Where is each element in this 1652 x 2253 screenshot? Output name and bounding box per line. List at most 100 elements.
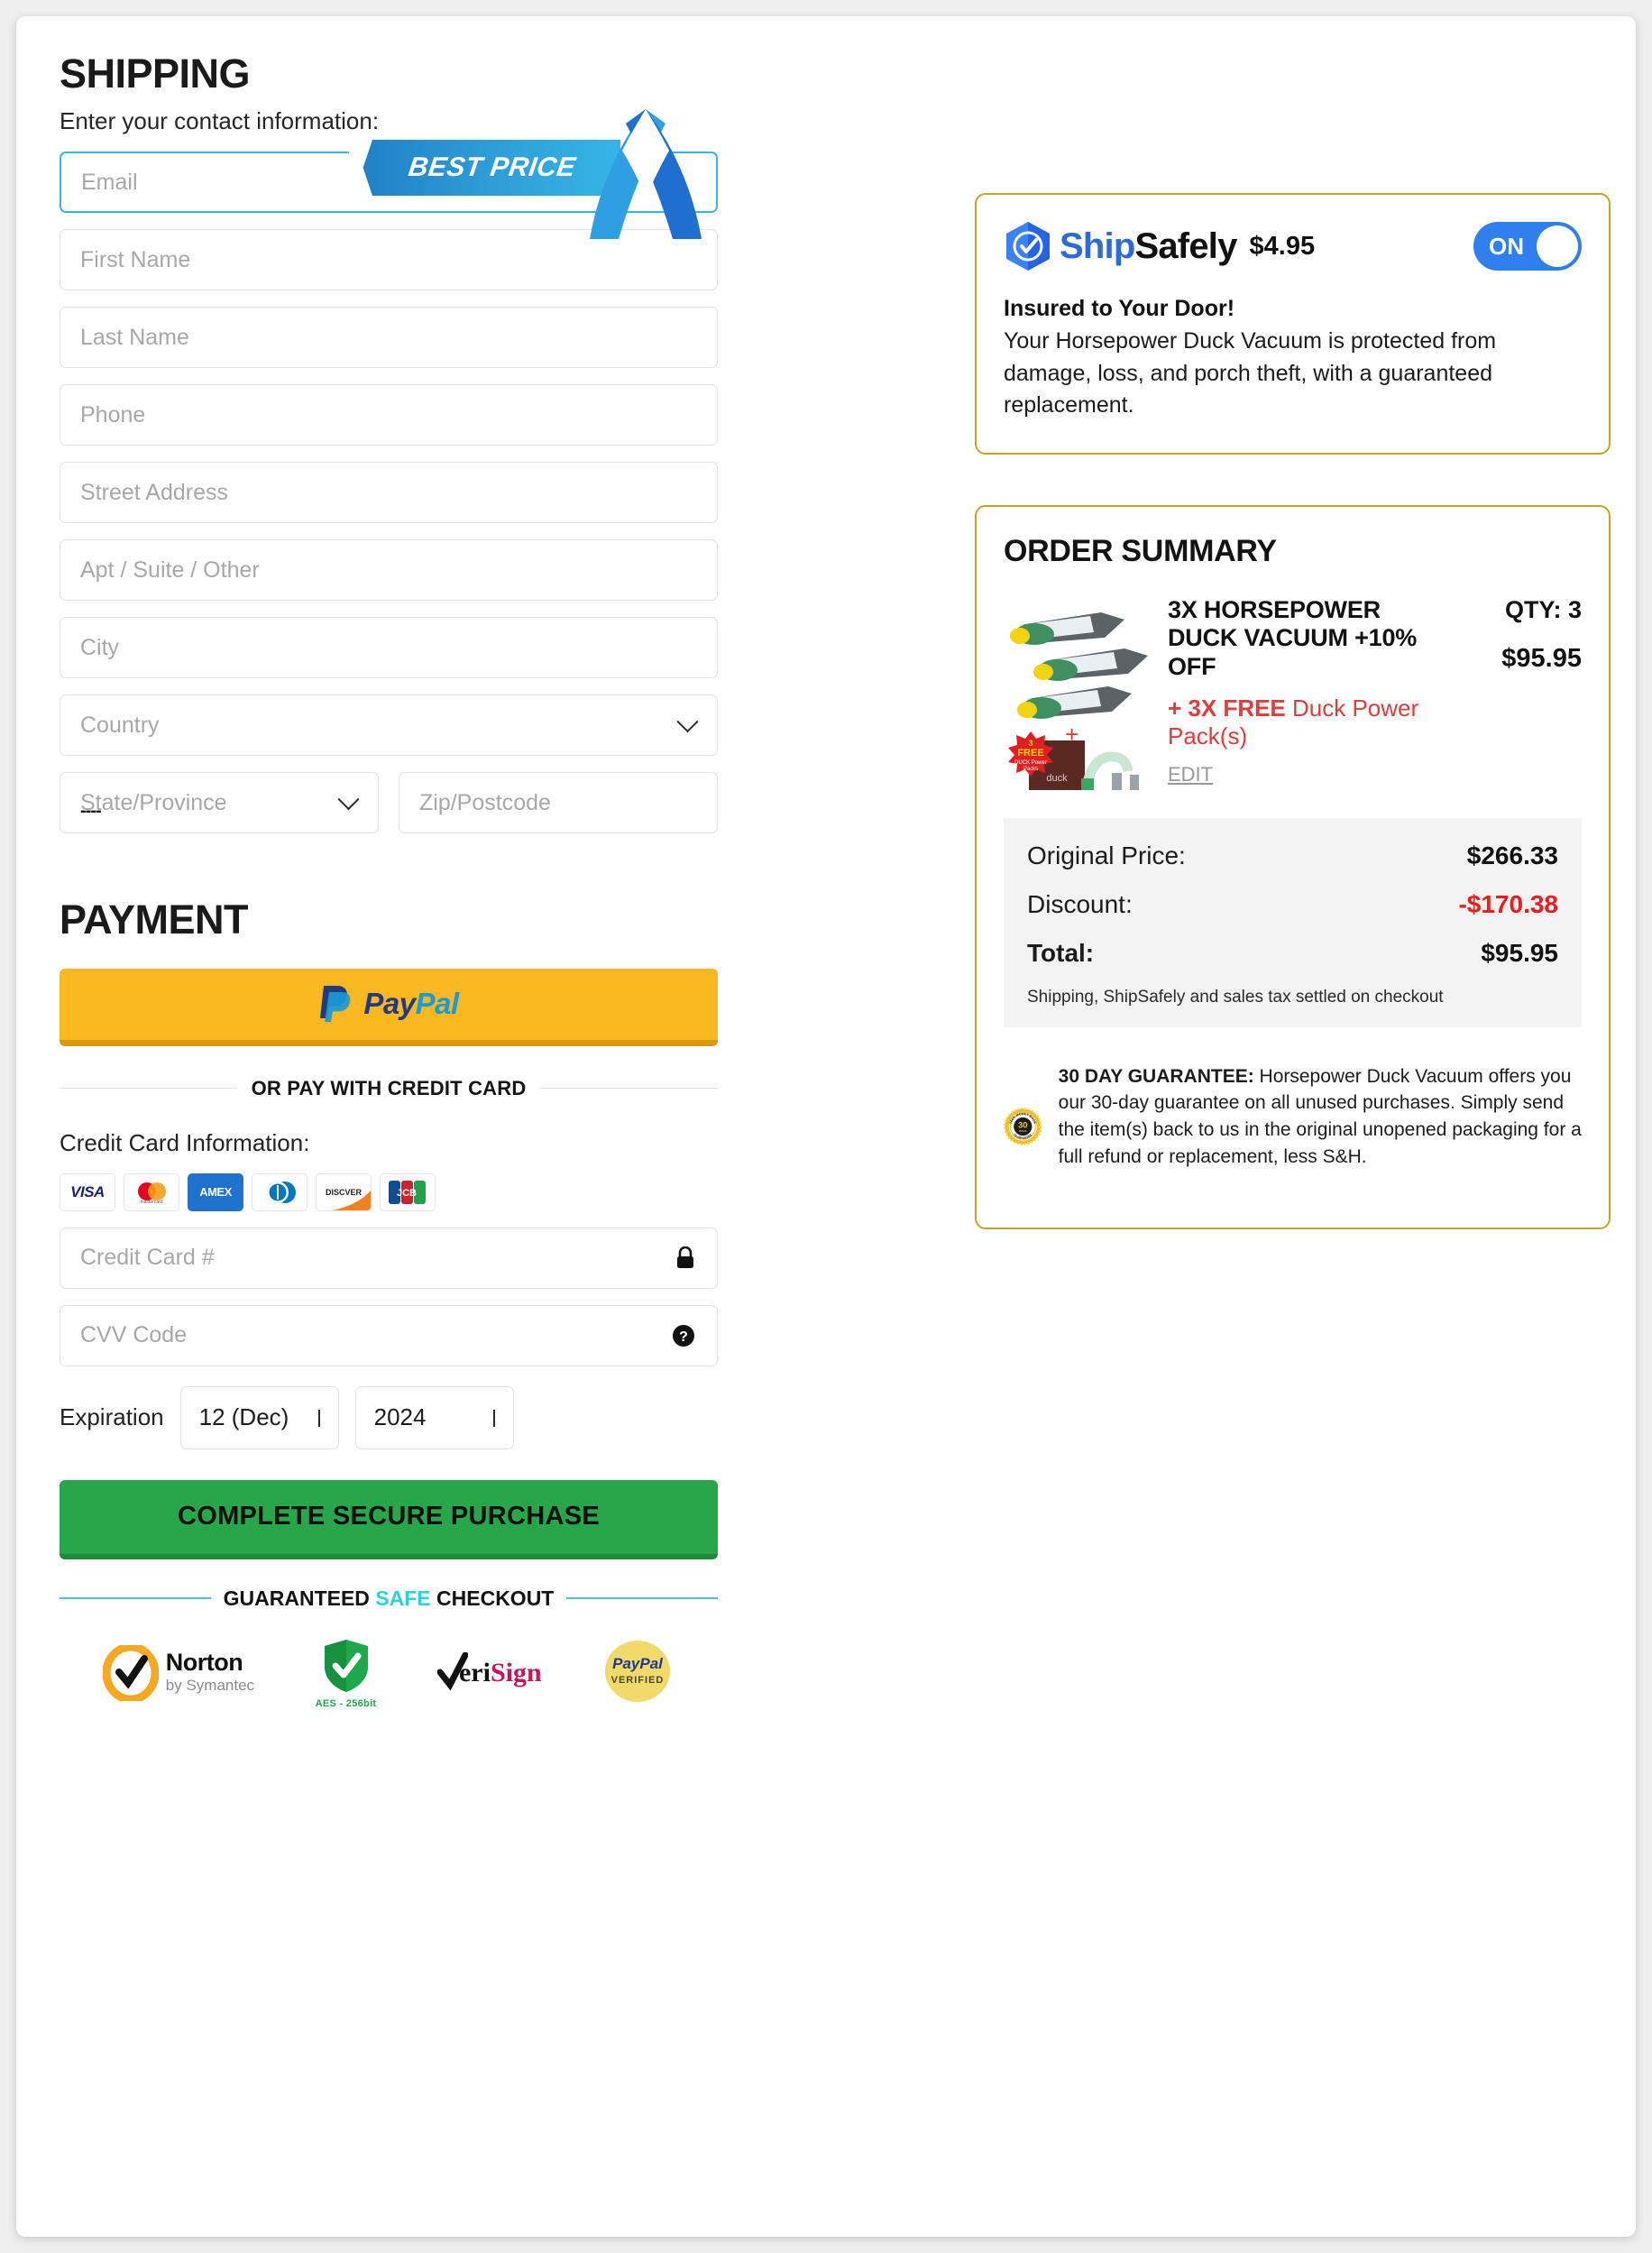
cvv-field[interactable]: CVV Code ? (60, 1304, 718, 1366)
jcb-icon: JCB (380, 1172, 436, 1211)
visa-icon: VISA (60, 1172, 115, 1211)
state-marker: ---- (80, 801, 102, 822)
divider-label: OR PAY WITH CREDIT CARD (251, 1076, 527, 1099)
country-select[interactable]: Country (60, 694, 718, 757)
paypal-icon (320, 986, 351, 1022)
paypal-wordmark: PayPal (363, 987, 459, 1020)
paypal-verified-badge: PayPal VERIFIED (602, 1638, 673, 1709)
page-title: SHIPPING (60, 51, 251, 97)
expiration-row: Expiration 12 (Dec) 2024 (60, 1385, 718, 1449)
guarantee-row: 30 DAYS 100% MONEY BACK GUARANTEE 30 DAY… (1004, 1058, 1582, 1195)
paypal-verified-icon: PayPal VERIFIED (605, 1640, 671, 1702)
card-brands: VISA mastercard AMEX DISCVER JCB (60, 1172, 718, 1211)
norton-badge: Norton by Symantec (102, 1645, 254, 1701)
street-address-field[interactable]: Street Address (60, 462, 718, 524)
svg-text:Packs: Packs (1023, 767, 1038, 772)
first-name-placeholder: First Name (80, 246, 191, 272)
chevron-down-icon (317, 1409, 320, 1427)
free-badge-word: FREE (1017, 748, 1043, 759)
payment-title: PAYMENT (60, 897, 249, 943)
amex-icon: AMEX (188, 1172, 243, 1211)
aes-label: AES - 256bit (315, 1697, 377, 1709)
order-item-amounts: QTY: 3 $95.95 (1428, 596, 1582, 795)
seal-days: DAYS (1019, 1129, 1026, 1133)
totals-row-original: Original Price: $266.33 (1027, 841, 1558, 870)
shipsafely-toggle[interactable]: ON (1473, 222, 1582, 271)
last-name-field[interactable]: Last Name (60, 307, 718, 369)
email-placeholder: Email (81, 169, 138, 195)
credit-card-divider: OR PAY WITH CREDIT CARD (60, 1076, 719, 1100)
apt-suite-placeholder: Apt / Suite / Other (80, 556, 260, 583)
chevron-down-icon (492, 1409, 495, 1427)
ribbon-loop-icon (590, 109, 702, 239)
apt-suite-field[interactable]: Apt / Suite / Other (60, 539, 718, 602)
expiration-year-value: 2024 (373, 1403, 427, 1430)
trust-badges: Norton by Symantec AES - 256bit eriSign (72, 1638, 703, 1709)
svg-text:JCB: JCB (397, 1188, 417, 1199)
totals-note: Shipping, ShipSafely and sales tax settl… (1027, 987, 1444, 1007)
order-item-bonus: + 3X FREE Duck Power Pack(s) (1168, 694, 1419, 750)
totals-label: Total: (1027, 938, 1095, 967)
vacuum-product-icon: + duck 3 FREE DUCK Power Packs (1008, 612, 1148, 790)
edit-order-link[interactable]: EDIT (1168, 763, 1213, 786)
complete-purchase-button[interactable]: COMPLETE SECURE PURCHASE (60, 1479, 718, 1559)
expiration-label: Expiration (60, 1403, 164, 1430)
shield-check-icon (324, 1639, 368, 1692)
expiration-month-select[interactable]: 12 (Dec) (179, 1385, 339, 1449)
order-item-details: 3X HORSEPOWER DUCK VACUUM +10% OFF + 3X … (1155, 596, 1428, 795)
help-icon[interactable]: ? (672, 1324, 695, 1347)
phone-field[interactable]: Phone (60, 384, 718, 446)
shipsafely-headline: Insured to Your Door! (1004, 296, 1235, 321)
svg-text:VERIFIED: VERIFIED (611, 1675, 665, 1686)
totals-amount: $266.33 (1466, 841, 1558, 869)
expiration-year-select[interactable]: 2024 (354, 1385, 514, 1449)
diners-club-icon (252, 1172, 307, 1211)
checkout-page: SHIPPING Enter your contact information:… (16, 16, 1636, 2237)
money-back-guarantee-seal-icon: 30 DAYS 100% MONEY BACK GUARANTEE (1004, 1107, 1042, 1145)
left-column: SHIPPING Enter your contact information:… (60, 51, 719, 1709)
chevron-down-icon (676, 710, 699, 733)
state-zip-row: State/Province ---- Zip/Postcode (60, 772, 718, 834)
safe-checkout-label: GUARANTEED SAFE CHECKOUT (223, 1586, 555, 1610)
lock-icon (675, 1246, 695, 1270)
shipsafely-toggle-label: ON (1489, 232, 1524, 260)
safe-checkout-divider: GUARANTEED SAFE CHECKOUT (60, 1586, 718, 1611)
expiration-month-value: 12 (Dec) (198, 1403, 289, 1430)
toggle-knob (1537, 225, 1578, 267)
shipsafely-wordmark: ShipSafely (1060, 225, 1237, 266)
svg-text:PayPal: PayPal (612, 1655, 664, 1672)
free-badge-qty: 3 (1028, 739, 1032, 748)
totals-amount: -$170.38 (1458, 889, 1558, 918)
shipsafely-header: ShipSafely $4.95 ON (1004, 220, 1582, 272)
paypal-button[interactable]: PayPal (60, 968, 718, 1046)
country-placeholder: Country (80, 712, 160, 738)
zip-placeholder: Zip/Postcode (419, 789, 551, 815)
street-address-placeholder: Street Address (80, 479, 228, 505)
totals-amount: $95.95 (1481, 938, 1558, 967)
state-province-select[interactable]: State/Province ---- (60, 772, 379, 834)
product-thumbnail: + duck 3 FREE DUCK Power Packs (1004, 596, 1155, 795)
order-item-row: + duck 3 FREE DUCK Power Packs 3X HORSEP… (1004, 596, 1582, 795)
order-summary-title: ORDER SUMMARY (1004, 533, 1277, 568)
best-price-band: BEST PRICE (350, 140, 620, 196)
svg-text:mastercard: mastercard (140, 1200, 162, 1205)
shield-check-icon (1006, 222, 1050, 271)
order-item-qty: QTY: 3 (1504, 595, 1582, 623)
order-summary-panel: ORDER SUMMARY + duck 3 FREE DUCK Power P… (975, 504, 1611, 1229)
credit-card-number-field[interactable]: Credit Card # (60, 1227, 718, 1289)
order-item-name: 3X HORSEPOWER DUCK VACUUM +10% OFF (1168, 595, 1418, 681)
aes-shield-badge: AES - 256bit (316, 1638, 377, 1709)
order-totals: Original Price: $266.33 Discount: -$170.… (1004, 817, 1582, 1027)
totals-label: Discount: (1027, 889, 1133, 918)
right-column: ShipSafely $4.95 ON Insured to Your Door… (975, 193, 1611, 1229)
guarantee-text: 30 DAY GUARANTEE: Horsepower Duck Vacuum… (1058, 1065, 1582, 1167)
shipsafely-price: $4.95 (1249, 231, 1316, 261)
svg-text:?: ? (679, 1329, 688, 1345)
totals-row-total: Total: $95.95 (1027, 939, 1558, 968)
svg-text:DUCK Power: DUCK Power (1014, 760, 1047, 766)
best-price-label: BEST PRICE (407, 152, 578, 182)
cvv-placeholder: CVV Code (80, 1322, 188, 1347)
zip-postcode-field[interactable]: Zip/Postcode (399, 772, 718, 834)
mastercard-icon: mastercard (124, 1172, 179, 1211)
city-field[interactable]: City (60, 617, 718, 679)
